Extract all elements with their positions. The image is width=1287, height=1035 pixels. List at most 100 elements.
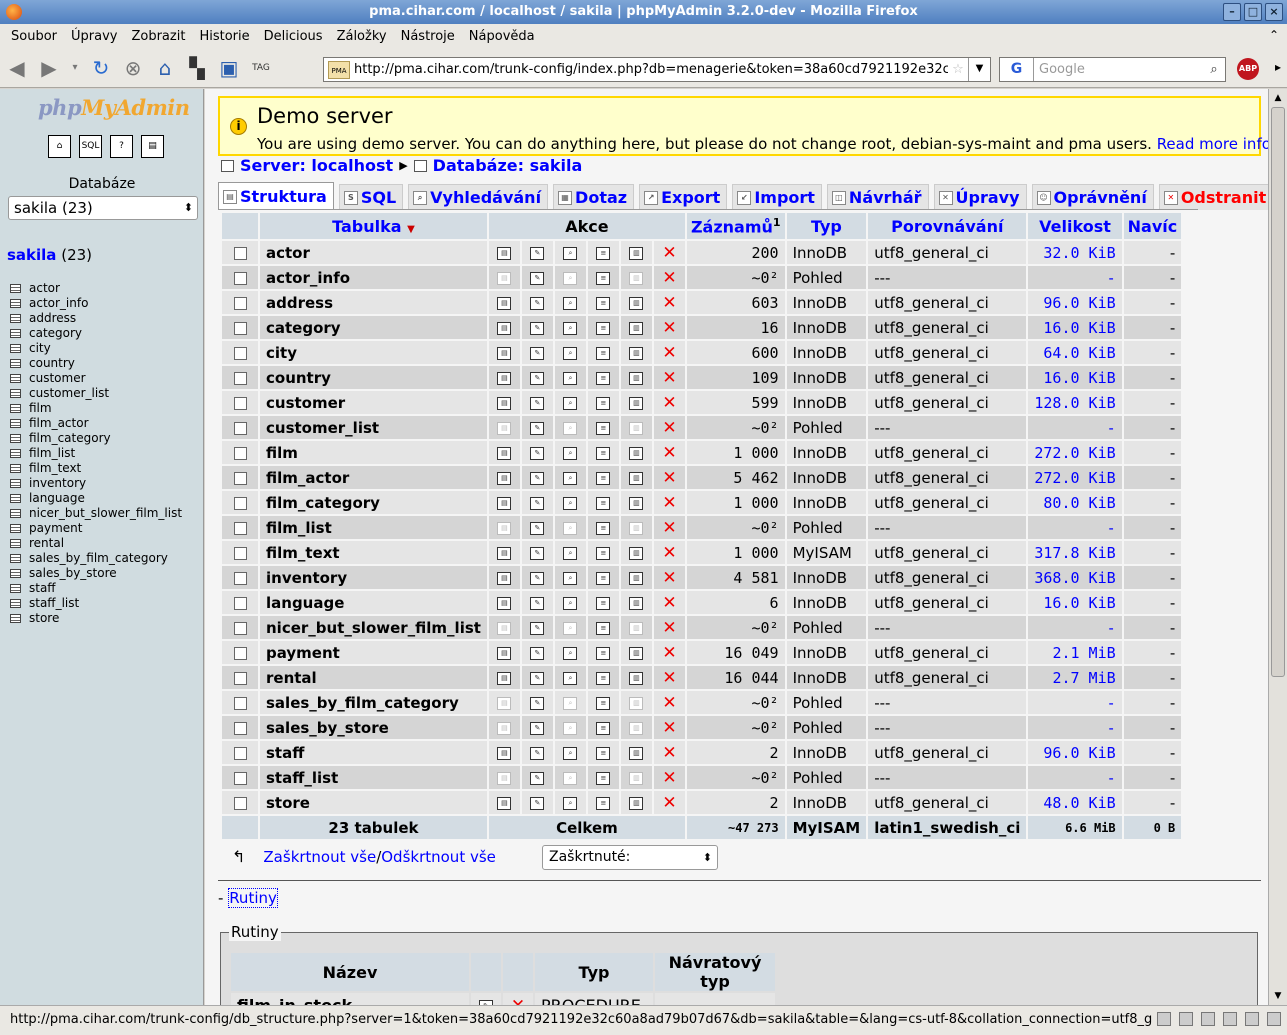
structure-icon[interactable]: ✎ bbox=[521, 716, 553, 739]
drop-icon[interactable]: ✕ bbox=[653, 266, 685, 289]
drop-icon[interactable]: ✕ bbox=[653, 441, 685, 464]
insert-icon[interactable]: ≡ bbox=[587, 641, 619, 664]
browse-icon[interactable]: ▤ bbox=[488, 366, 520, 389]
maximize-button[interactable]: □ bbox=[1244, 3, 1262, 21]
table-name[interactable]: film_text bbox=[260, 541, 487, 564]
structure-icon[interactable]: ✎ bbox=[521, 691, 553, 714]
search-icon[interactable]: ⌕ bbox=[554, 491, 586, 514]
url-input[interactable]: http://pma.cihar.com/trunk-config/index.… bbox=[354, 62, 948, 77]
sidebar-table-item[interactable]: sales_by_store bbox=[10, 566, 182, 581]
table-browse-icon[interactable] bbox=[10, 299, 21, 308]
structure-icon[interactable]: ✎ bbox=[521, 666, 553, 689]
tab-opravneni[interactable]: ☺ Oprávnění bbox=[1031, 184, 1154, 210]
insert-icon[interactable]: ≡ bbox=[587, 566, 619, 589]
structure-icon[interactable]: ✎ bbox=[521, 391, 553, 414]
table-browse-icon[interactable] bbox=[10, 539, 21, 548]
table-name[interactable]: rental bbox=[260, 666, 487, 689]
insert-icon[interactable]: ≡ bbox=[587, 341, 619, 364]
table-name[interactable]: address bbox=[260, 291, 487, 314]
search-icon[interactable]: ⌕ bbox=[1203, 62, 1225, 77]
empty-icon[interactable]: ▥ bbox=[620, 741, 652, 764]
scroll-thumb[interactable] bbox=[1271, 107, 1285, 677]
header-records[interactable]: Záznamů1 bbox=[686, 213, 785, 239]
header-collation[interactable]: Porovnávání bbox=[868, 213, 1027, 239]
empty-icon[interactable]: ▥ bbox=[620, 791, 652, 814]
table-name[interactable]: customer_list bbox=[260, 416, 487, 439]
table-browse-icon[interactable] bbox=[10, 374, 21, 383]
sidebar-table-item[interactable]: country bbox=[10, 356, 182, 371]
empty-icon[interactable]: ▥ bbox=[620, 441, 652, 464]
structure-icon[interactable]: ✎ bbox=[521, 466, 553, 489]
table-name[interactable]: language bbox=[260, 591, 487, 614]
browse-icon[interactable]: ▤ bbox=[488, 341, 520, 364]
header-type[interactable]: Typ bbox=[786, 213, 867, 239]
read-more-link[interactable]: Read more information. bbox=[1157, 135, 1268, 153]
empty-icon[interactable]: ▥ bbox=[620, 641, 652, 664]
sidebar-table-item[interactable]: film_list bbox=[10, 446, 182, 461]
row-checkbox[interactable] bbox=[222, 466, 258, 489]
structure-icon[interactable]: ✎ bbox=[521, 416, 553, 439]
structure-icon[interactable]: ✎ bbox=[521, 266, 553, 289]
insert-icon[interactable]: ≡ bbox=[587, 466, 619, 489]
table-browse-icon[interactable] bbox=[10, 449, 21, 458]
drop-icon[interactable]: ✕ bbox=[653, 791, 685, 814]
empty-icon[interactable]: ▥ bbox=[620, 566, 652, 589]
empty-icon[interactable]: ▥ bbox=[620, 541, 652, 564]
browse-icon[interactable]: ▤ bbox=[488, 791, 520, 814]
drop-routine-icon[interactable]: ✕ bbox=[503, 993, 533, 1005]
browse-icon[interactable]: ▤ bbox=[488, 666, 520, 689]
size-cell[interactable]: 128.0 KiB bbox=[1028, 391, 1122, 414]
row-checkbox[interactable] bbox=[222, 516, 258, 539]
history-dropdown-icon[interactable]: ▾ bbox=[66, 53, 84, 83]
sidebar-tool-icon[interactable]: ▣ bbox=[214, 53, 244, 83]
size-cell[interactable]: 96.0 KiB bbox=[1028, 291, 1122, 314]
size-cell[interactable]: - bbox=[1028, 266, 1122, 289]
size-cell[interactable]: - bbox=[1028, 616, 1122, 639]
drop-icon[interactable]: ✕ bbox=[653, 466, 685, 489]
table-name[interactable]: store bbox=[260, 791, 487, 814]
menubar-overflow-icon[interactable]: ⌃ bbox=[1269, 28, 1283, 42]
structure-icon[interactable]: ✎ bbox=[521, 616, 553, 639]
row-checkbox[interactable] bbox=[222, 766, 258, 789]
table-browse-icon[interactable] bbox=[10, 569, 21, 578]
size-cell[interactable]: 16.0 KiB bbox=[1028, 591, 1122, 614]
drop-icon[interactable]: ✕ bbox=[653, 241, 685, 264]
size-cell[interactable]: 368.0 KiB bbox=[1028, 566, 1122, 589]
sidebar-table-item[interactable]: sales_by_film_category bbox=[10, 551, 182, 566]
forward-icon[interactable]: ▶ bbox=[34, 53, 64, 83]
drop-icon[interactable]: ✕ bbox=[653, 516, 685, 539]
insert-icon[interactable]: ≡ bbox=[587, 591, 619, 614]
url-bar[interactable]: PMA http://pma.cihar.com/trunk-config/in… bbox=[323, 57, 991, 82]
structure-icon[interactable]: ✎ bbox=[521, 241, 553, 264]
table-browse-icon[interactable] bbox=[10, 284, 21, 293]
drop-icon[interactable]: ✕ bbox=[653, 566, 685, 589]
table-name[interactable]: nicer_but_slower_film_list bbox=[260, 616, 487, 639]
table-name[interactable]: film_category bbox=[260, 491, 487, 514]
home-icon[interactable]: ⌂ bbox=[150, 53, 180, 83]
back-icon[interactable]: ◀ bbox=[2, 53, 32, 83]
adblock-icon[interactable]: ABP bbox=[1237, 58, 1259, 80]
row-checkbox[interactable] bbox=[222, 541, 258, 564]
url-dropdown-icon[interactable]: ▼ bbox=[968, 58, 990, 81]
check-all-link[interactable]: Zaškrtnout vše bbox=[263, 848, 376, 866]
table-name[interactable]: actor_info bbox=[260, 266, 487, 289]
browse-icon[interactable]: ▤ bbox=[488, 491, 520, 514]
sidebar-table-item[interactable]: film bbox=[10, 401, 182, 416]
sidebar-table-item[interactable]: payment bbox=[10, 521, 182, 536]
reload-icon[interactable]: ↻ bbox=[86, 53, 116, 83]
row-checkbox[interactable] bbox=[222, 441, 258, 464]
search-icon[interactable]: ⌕ bbox=[554, 566, 586, 589]
structure-icon[interactable]: ✎ bbox=[521, 441, 553, 464]
structure-icon[interactable]: ✎ bbox=[521, 516, 553, 539]
size-cell[interactable]: 80.0 KiB bbox=[1028, 491, 1122, 514]
row-checkbox[interactable] bbox=[222, 266, 258, 289]
table-browse-icon[interactable] bbox=[10, 584, 21, 593]
size-cell[interactable]: 32.0 KiB bbox=[1028, 241, 1122, 264]
stop-icon[interactable]: ⊗ bbox=[118, 53, 148, 83]
help-icon[interactable]: ? bbox=[110, 135, 133, 158]
search-icon[interactable]: ⌕ bbox=[554, 241, 586, 264]
structure-icon[interactable]: ✎ bbox=[521, 341, 553, 364]
monkey-icon[interactable] bbox=[1223, 1012, 1237, 1026]
table-name[interactable]: staff bbox=[260, 741, 487, 764]
empty-icon[interactable]: ▥ bbox=[620, 241, 652, 264]
